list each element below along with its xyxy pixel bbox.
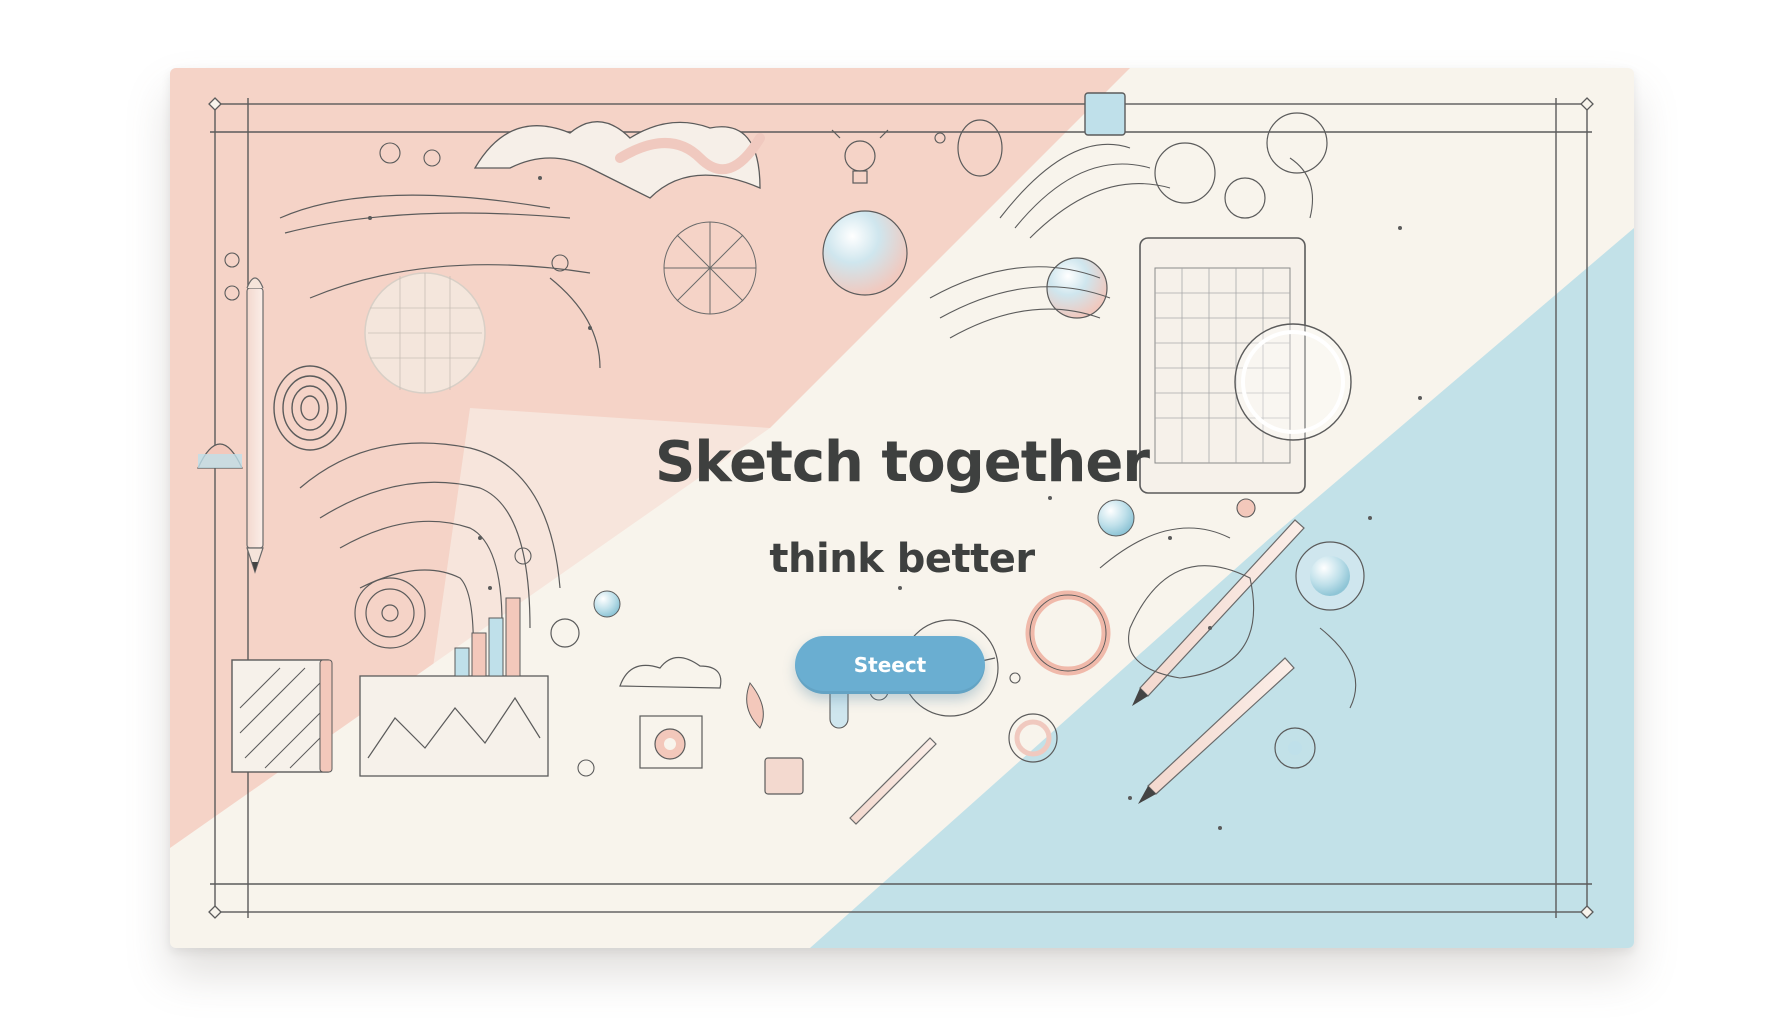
hero-card: Sketch together think better Steect <box>170 68 1634 948</box>
pencil-icon <box>246 277 264 574</box>
starburst-icon <box>663 221 757 315</box>
hatched-notepad-icon <box>231 659 333 773</box>
subheadline: think better <box>769 536 1035 582</box>
sphere-icon <box>822 210 908 296</box>
select-button[interactable]: Steect <box>795 636 985 694</box>
magnifier-icon <box>1234 323 1352 441</box>
line-chart-icon <box>359 675 549 777</box>
grid-sphere-icon <box>364 272 486 394</box>
square-icon <box>1084 92 1126 136</box>
headline: Sketch together <box>655 430 1150 495</box>
sketch-illustration <box>170 68 1634 948</box>
